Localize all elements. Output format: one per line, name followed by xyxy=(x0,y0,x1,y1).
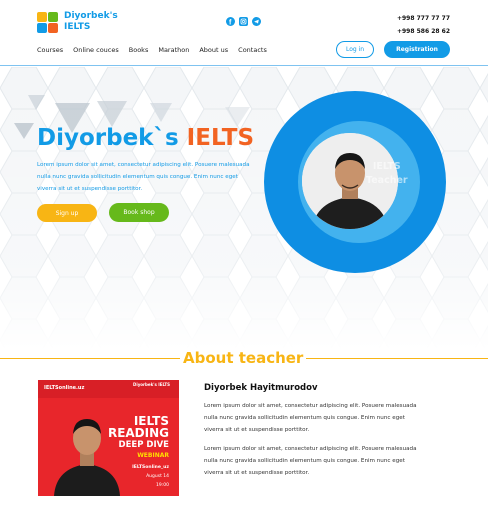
telegram-icon[interactable] xyxy=(252,17,261,26)
poster-site: IELTSonline_uz xyxy=(132,465,169,470)
phone-2[interactable]: +998 586 28 62 xyxy=(397,25,450,38)
hero-description: Lorem ipsum dolor sit amet, consectetur … xyxy=(37,162,250,192)
poster-line-4: WEBINAR xyxy=(137,452,169,459)
webinar-poster: IELTSonline.uz Diyorbek's IELTS IELTS RE… xyxy=(38,380,179,496)
teacher-bio-2: Lorem ipsum dolor sit amet, consectetur … xyxy=(204,446,417,476)
registration-button[interactable]: Registration xyxy=(384,41,450,58)
poster-brand-2: Diyorbek's IELTS xyxy=(133,382,170,387)
hero-section: Diyorbek`s IELTS Lorem ipsum dolor sit a… xyxy=(0,67,488,350)
nav-item-books[interactable]: Books xyxy=(129,46,149,54)
poster-time: 19:00 xyxy=(156,483,169,488)
poster-teacher-icon xyxy=(54,419,120,496)
logo-tile xyxy=(37,11,47,22)
sign-up-button[interactable]: Sign up xyxy=(37,204,97,222)
logo[interactable]: Diyorbek's IELTS xyxy=(37,11,118,33)
book-shop-button[interactable]: Book shop xyxy=(109,203,169,222)
logo-tile xyxy=(48,22,58,33)
phone-numbers: +998 777 77 77 +998 586 28 62 xyxy=(397,12,450,38)
logo-text: Diyorbek's IELTS xyxy=(64,11,118,33)
ring-label-line-1: IELTS xyxy=(372,161,401,172)
ring-label: IELTS Teacher xyxy=(366,160,408,188)
poster-line-2: READING xyxy=(107,426,169,440)
about-divider-left xyxy=(0,358,180,359)
site-header: Diyorbek's IELTS f +998 777 77 77 +998 5… xyxy=(0,0,488,66)
login-button[interactable]: Log in xyxy=(336,41,374,58)
ring-label-line-2: Teacher xyxy=(366,175,408,186)
logo-tile xyxy=(48,11,58,22)
teacher-name: Diyorbek Hayitmurodov xyxy=(204,383,318,393)
nav-item-marathon[interactable]: Marathon xyxy=(158,46,189,54)
about-title: About teacher xyxy=(183,349,304,367)
facebook-icon[interactable]: f xyxy=(226,17,235,26)
poster-brand: IELTSonline.uz xyxy=(44,385,85,391)
main-nav: Courses Online couces Books Marathon Abo… xyxy=(37,46,277,54)
svg-text:f: f xyxy=(229,19,232,26)
hero-title-accent: IELTS xyxy=(186,125,255,151)
nav-item-online-courses[interactable]: Online couces xyxy=(73,46,119,54)
logo-line-2: IELTS xyxy=(64,22,91,32)
instagram-icon[interactable] xyxy=(239,17,248,26)
logo-tile xyxy=(37,22,47,33)
logo-line-1: Diyorbek's xyxy=(64,11,118,21)
phone-1[interactable]: +998 777 77 77 xyxy=(397,12,450,25)
poster-date: August 14 xyxy=(146,474,169,479)
logo-mark-icon xyxy=(37,11,58,33)
nav-item-about-us[interactable]: About us xyxy=(199,46,228,54)
nav-item-courses[interactable]: Courses xyxy=(37,46,63,54)
nav-item-contacts[interactable]: Contacts xyxy=(238,46,267,54)
social-links: f xyxy=(226,17,261,26)
about-divider-right xyxy=(306,358,488,359)
teacher-bio-1: Lorem ipsum dolor sit amet, consectetur … xyxy=(204,403,417,433)
hero-title-main: Diyorbek`s xyxy=(37,125,187,151)
hero-title: Diyorbek`s IELTS xyxy=(37,125,254,151)
poster-line-3: DEEP DIVE xyxy=(118,440,169,450)
